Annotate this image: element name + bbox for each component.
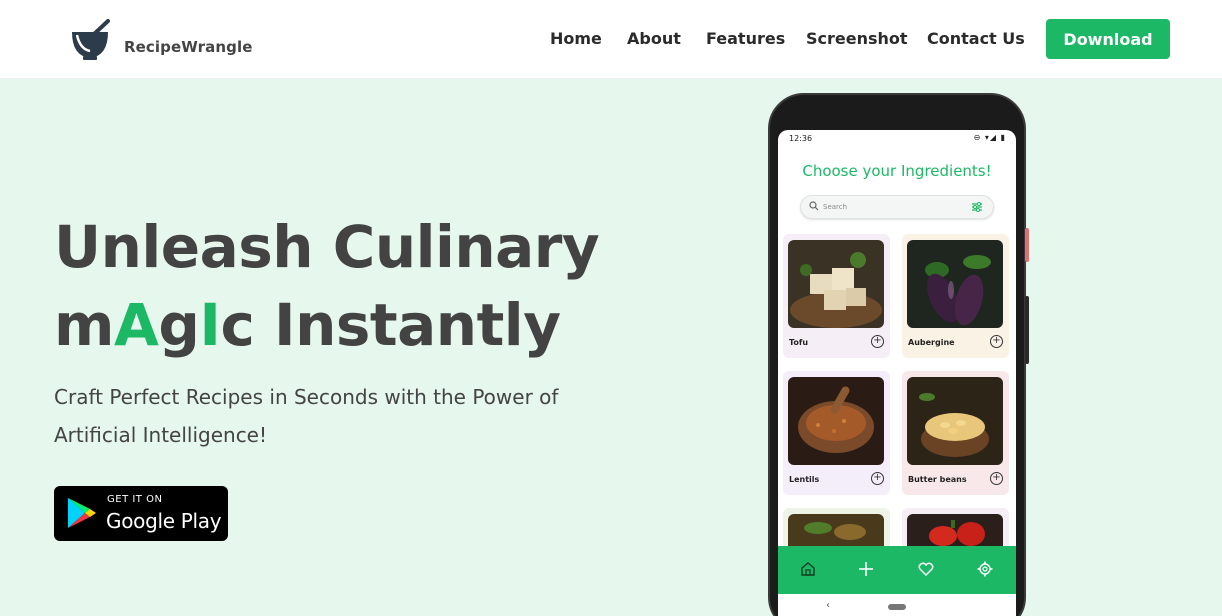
mortar-pestle-logo-icon[interactable] <box>68 18 114 62</box>
ingredient-search-input[interactable]: Search <box>800 195 994 219</box>
google-play-badge[interactable]: GET IT ON Google Play <box>54 486 228 541</box>
hero-title-line1: Unleash Culinary <box>54 213 600 281</box>
add-ingredient-button[interactable]: + <box>990 472 1003 485</box>
home-icon[interactable] <box>800 561 816 577</box>
gear-icon[interactable] <box>977 561 993 577</box>
status-bar: 12:36 ⊖ ▾◢ ▮ <box>778 130 1016 148</box>
ingredient-card-lentils[interactable]: Lentils + <box>783 371 890 495</box>
hero-subtitle: Craft Perfect Recipes in Seconds with th… <box>54 385 559 447</box>
badge-small-text: GET IT ON <box>107 494 163 505</box>
android-nav-bar: ‹ <box>778 594 1016 616</box>
plus-icon[interactable] <box>858 561 874 577</box>
ingredient-card-tofu[interactable]: Tofu + <box>783 234 890 358</box>
add-ingredient-button[interactable]: + <box>871 335 884 348</box>
heart-icon[interactable] <box>918 561 934 577</box>
title-accent-letter: I <box>199 291 221 359</box>
search-icon <box>809 201 819 211</box>
ingredient-name: Butter beans <box>908 475 967 484</box>
badge-big-text: Google Play <box>106 509 222 533</box>
phone-side-button <box>1025 296 1029 364</box>
butter-beans-image <box>907 377 1003 465</box>
nav-link-about[interactable]: About <box>627 29 681 48</box>
nav-link-screenshot[interactable]: Screenshot <box>806 29 908 48</box>
screen-title: Choose your Ingredients! <box>802 162 992 180</box>
aubergine-image <box>907 240 1003 328</box>
ingredient-name: Lentils <box>789 475 820 484</box>
hero-title: Unleash Culinary mAgIc Instantly <box>54 208 600 364</box>
tofu-image <box>788 240 884 328</box>
nav-link-features[interactable]: Features <box>706 29 785 48</box>
status-time: 12:36 <box>789 134 813 143</box>
top-navbar: RecipeWrangle Home About Features Screen… <box>0 0 1222 79</box>
ingredient-card-butter-beans[interactable]: Butter beans + <box>902 371 1009 495</box>
ingredient-name: Aubergine <box>908 338 955 347</box>
aubergine-picture <box>925 255 991 326</box>
search-placeholder: Search <box>823 203 848 211</box>
title-part: Instantly <box>254 291 561 359</box>
status-icons: ⊖ ▾◢ ▮ <box>973 133 1006 142</box>
nav-link-contact[interactable]: Contact Us <box>927 29 1025 48</box>
download-button[interactable]: Download <box>1046 19 1170 59</box>
ingredient-name: Tofu <box>789 338 809 347</box>
tofu-picture <box>790 252 882 328</box>
title-part: g <box>158 291 200 359</box>
back-icon[interactable]: ‹ <box>826 600 830 611</box>
butter-beans-picture <box>919 393 989 457</box>
lentils-image <box>788 377 884 465</box>
phone-side-button <box>1025 228 1029 262</box>
brand-name[interactable]: RecipeWrangle <box>124 38 253 56</box>
title-accent-letter: A <box>113 291 159 359</box>
hero-title-line2: mAgIc Instantly <box>54 286 599 364</box>
ingredient-card-aubergine[interactable]: Aubergine + <box>902 234 1009 358</box>
home-pill-icon[interactable] <box>888 604 906 610</box>
filter-icon[interactable] <box>971 201 983 213</box>
title-part: m <box>54 291 114 359</box>
nav-link-home[interactable]: Home <box>550 29 602 48</box>
google-play-icon <box>68 498 96 528</box>
phone-screen: 12:36 ⊖ ▾◢ ▮ Choose your Ingredients! Se… <box>778 130 1016 616</box>
lentils-picture <box>798 386 874 453</box>
add-ingredient-button[interactable]: + <box>990 335 1003 348</box>
add-ingredient-button[interactable]: + <box>871 472 884 485</box>
title-part: c <box>220 291 255 359</box>
bottom-tab-bar <box>778 546 1016 594</box>
